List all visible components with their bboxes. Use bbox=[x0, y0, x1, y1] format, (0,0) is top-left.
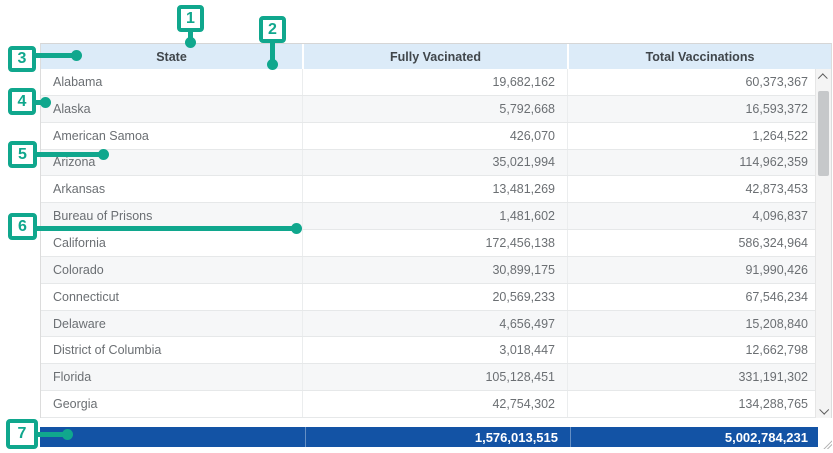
fully-vaccinated-cell: 20,569,233 bbox=[302, 284, 567, 310]
vertical-scrollbar[interactable] bbox=[815, 69, 831, 418]
table-row[interactable]: District of Columbia 3,018,447 12,662,79… bbox=[41, 337, 816, 364]
state-cell: Bureau of Prisons bbox=[41, 209, 302, 223]
state-cell: Delaware bbox=[41, 317, 302, 331]
table-body: Alabama 19,682,162 60,373,367 Alaska 5,7… bbox=[41, 69, 816, 418]
chevron-up-icon bbox=[818, 73, 828, 83]
state-cell: District of Columbia bbox=[41, 343, 302, 357]
callout-7: 7 bbox=[6, 419, 38, 449]
callout-6-dot bbox=[291, 223, 302, 234]
chevron-down-icon bbox=[819, 404, 829, 414]
table-row[interactable]: American Samoa 426,070 1,264,522 bbox=[41, 123, 816, 150]
total-vaccinations-cell: 331,191,302 bbox=[567, 364, 816, 390]
scrollbar-thumb[interactable] bbox=[818, 91, 829, 176]
table-row[interactable]: Alabama 19,682,162 60,373,367 bbox=[41, 69, 816, 96]
callout-6: 6 bbox=[8, 213, 37, 240]
summary-state-cell bbox=[40, 427, 305, 447]
state-cell: California bbox=[41, 236, 302, 250]
callout-4-dot bbox=[40, 97, 51, 108]
fully-vaccinated-cell: 4,656,497 bbox=[302, 311, 567, 337]
callout-1-dot bbox=[185, 37, 196, 48]
state-cell: American Samoa bbox=[41, 129, 302, 143]
fully-vaccinated-cell: 42,754,302 bbox=[302, 391, 567, 417]
callout-7-dot bbox=[62, 429, 73, 440]
fully-vaccinated-cell: 3,018,447 bbox=[302, 337, 567, 363]
callout-5-line bbox=[34, 152, 104, 157]
state-cell: Arizona bbox=[41, 155, 302, 169]
total-vaccinations-cell: 67,546,234 bbox=[567, 284, 816, 310]
column-header-fully-vaccinated[interactable]: Fully Vacinated bbox=[302, 44, 567, 69]
callout-2-dot bbox=[267, 59, 278, 70]
state-cell: Alaska bbox=[41, 102, 302, 116]
scroll-down-button[interactable] bbox=[816, 402, 831, 418]
fully-vaccinated-cell: 172,456,138 bbox=[302, 230, 567, 256]
summary-row: 1,576,013,515 5,002,784,231 bbox=[40, 427, 818, 447]
table-row[interactable]: Colorado 30,899,175 91,990,426 bbox=[41, 257, 816, 284]
state-cell: Georgia bbox=[41, 397, 302, 411]
state-cell: Florida bbox=[41, 370, 302, 384]
callout-3-dot bbox=[71, 50, 82, 61]
state-cell: Alabama bbox=[41, 75, 302, 89]
state-cell: Colorado bbox=[41, 263, 302, 277]
callout-5-dot bbox=[98, 149, 109, 160]
callout-4: 4 bbox=[8, 88, 36, 115]
callout-3: 3 bbox=[8, 46, 36, 72]
table-row[interactable]: Delaware 4,656,497 15,208,840 bbox=[41, 311, 816, 338]
total-vaccinations-cell: 4,096,837 bbox=[567, 203, 816, 229]
total-vaccinations-cell: 134,288,765 bbox=[567, 391, 816, 417]
resize-grip-icon[interactable] bbox=[823, 440, 832, 449]
total-vaccinations-cell: 42,873,453 bbox=[567, 176, 816, 202]
table-row[interactable]: Georgia 42,754,302 134,288,765 bbox=[41, 391, 816, 418]
table-row[interactable]: Florida 105,128,451 331,191,302 bbox=[41, 364, 816, 391]
total-vaccinations-cell: 12,662,798 bbox=[567, 337, 816, 363]
vaccination-table-screen: State Fully Vacinated Total Vaccinations… bbox=[0, 0, 833, 453]
fully-vaccinated-cell: 30,899,175 bbox=[302, 257, 567, 283]
total-vaccinations-cell: 114,962,359 bbox=[567, 150, 816, 176]
total-vaccinations-cell: 16,593,372 bbox=[567, 96, 816, 122]
total-vaccinations-cell: 15,208,840 bbox=[567, 311, 816, 337]
table-row[interactable]: Alaska 5,792,668 16,593,372 bbox=[41, 96, 816, 123]
fully-vaccinated-cell: 5,792,668 bbox=[302, 96, 567, 122]
table-header-row: State Fully Vacinated Total Vaccinations bbox=[41, 44, 831, 69]
fully-vaccinated-cell: 1,481,602 bbox=[302, 203, 567, 229]
callout-1: 1 bbox=[177, 5, 204, 32]
table-row[interactable]: Arizona 35,021,994 114,962,359 bbox=[41, 150, 816, 177]
state-cell: Connecticut bbox=[41, 290, 302, 304]
summary-total-vaccinations-total: 5,002,784,231 bbox=[570, 427, 818, 447]
total-vaccinations-cell: 586,324,964 bbox=[567, 230, 816, 256]
callout-5: 5 bbox=[8, 141, 37, 168]
fully-vaccinated-cell: 105,128,451 bbox=[302, 364, 567, 390]
fully-vaccinated-cell: 19,682,162 bbox=[302, 69, 567, 95]
scroll-up-button[interactable] bbox=[816, 69, 831, 85]
fully-vaccinated-cell: 35,021,994 bbox=[302, 150, 567, 176]
table-row[interactable]: California 172,456,138 586,324,964 bbox=[41, 230, 816, 257]
table-row[interactable]: Arkansas 13,481,269 42,873,453 bbox=[41, 176, 816, 203]
total-vaccinations-cell: 1,264,522 bbox=[567, 123, 816, 149]
table-row[interactable]: Connecticut 20,569,233 67,546,234 bbox=[41, 284, 816, 311]
fully-vaccinated-cell: 13,481,269 bbox=[302, 176, 567, 202]
summary-fully-vaccinated-total: 1,576,013,515 bbox=[305, 427, 570, 447]
fully-vaccinated-cell: 426,070 bbox=[302, 123, 567, 149]
callout-2: 2 bbox=[259, 16, 286, 43]
column-header-total-vaccinations[interactable]: Total Vaccinations bbox=[567, 44, 831, 69]
total-vaccinations-cell: 60,373,367 bbox=[567, 69, 816, 95]
total-vaccinations-cell: 91,990,426 bbox=[567, 257, 816, 283]
callout-6-line bbox=[34, 226, 297, 231]
state-cell: Arkansas bbox=[41, 182, 302, 196]
